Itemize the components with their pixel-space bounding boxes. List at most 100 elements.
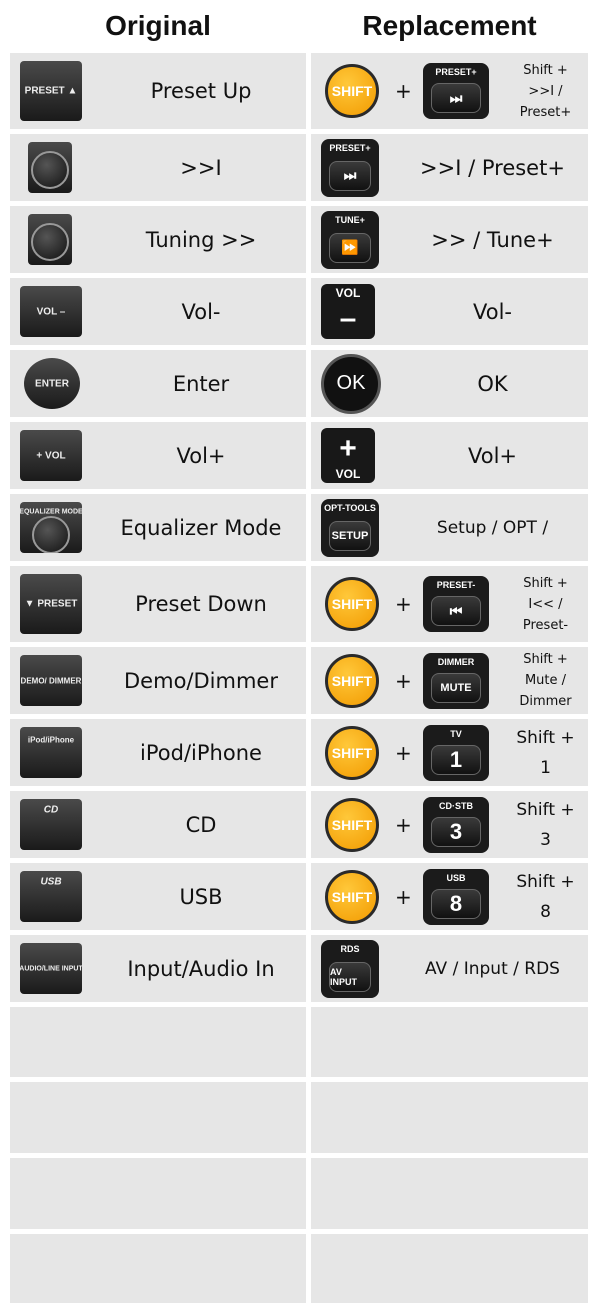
replacement-label: >>I / Preset+ [420, 155, 565, 180]
original-cell: ENTER Enter [10, 350, 306, 417]
original-cell: USB USB [10, 863, 306, 930]
header-replacement: Replacement [362, 10, 537, 41]
tuning-button-image [28, 214, 72, 265]
table-row: PRESET ▲ Preset Up SHIFT + PRESET+ ⏭ Shif… [10, 53, 588, 129]
original-cell: AUDIO/LINE INPUT Input/Audio In [10, 935, 306, 1002]
original-cell [10, 1007, 306, 1077]
table-row: iPod/iPhone iPod/iPhone SHIFT + TV 1 Shif… [10, 719, 588, 786]
table-row: VOL – Vol- VOL – Vol- [10, 278, 588, 345]
original-cell: iPod/iPhone iPod/iPhone [10, 719, 306, 786]
equalizer-mode-button-image: EQUALIZER MODE [20, 502, 82, 553]
plus-sign: + [395, 668, 412, 693]
shift-button-image: SHIFT [325, 797, 379, 852]
original-cell: VOL – Vol- [10, 278, 306, 345]
replacement-cell [311, 1234, 588, 1303]
plus-sign: + [395, 740, 412, 765]
input-button-image: AUDIO/LINE INPUT [20, 943, 82, 994]
replacement-cell [311, 1158, 588, 1229]
shift-button-image: SHIFT [325, 869, 379, 924]
table-row: EQUALIZER MODE Equalizer Mode OPT-TOOLS S… [10, 494, 588, 561]
mapping-table: PRESET ▲ Preset Up SHIFT + PRESET+ ⏭ Shif… [10, 53, 588, 1303]
replacement-cell: VOL – Vol- [311, 278, 588, 345]
original-cell: Tuning >> [10, 206, 306, 273]
table-row: Tuning >> TUNE+ ⏩ >> / Tune+ [10, 206, 588, 273]
av-input-button-image: RDS AV INPUT [321, 939, 379, 998]
replacement-cell: OPT-TOOLS SETUP Setup / OPT / [311, 494, 588, 561]
table-row: AUDIO/LINE INPUT Input/Audio In RDS AV IN… [10, 935, 588, 1002]
replacement-label: Shift + Mute / Dimmer [519, 652, 572, 709]
original-cell [10, 1234, 306, 1303]
replacement-label: Shift + 1 [516, 727, 575, 778]
replacement-cell: SHIFT + USB 8 Shift + 8 [311, 863, 588, 930]
cd-button-image: CD [20, 799, 82, 850]
original-cell: >>I [10, 134, 306, 201]
preset-down-button-image: ▼ PRESET [20, 574, 82, 634]
replacement-cell: PRESET+ ⏭ >>I / Preset+ [311, 134, 588, 201]
replacement-cell: + VOL Vol+ [311, 422, 588, 489]
vol-minus-button-image: VOL – [20, 286, 82, 337]
table-row: >>I PRESET+ ⏭ >>I / Preset+ [10, 134, 588, 201]
enter-button-image: ENTER [24, 358, 80, 409]
ok-button-image: OK [321, 353, 381, 414]
replacement-cell: SHIFT + PRESET- ⏮ Shift + I<< / Preset- [311, 566, 588, 642]
original-cell: DEMO/ DIMMER Demo/Dimmer [10, 647, 306, 714]
replacement-label: Vol- [473, 299, 512, 324]
original-label: Preset Up [150, 79, 252, 103]
replacement-label: Vol+ [467, 443, 517, 468]
replacement-cell: SHIFT + TV 1 Shift + 1 [311, 719, 588, 786]
replacement-label: Shift + 8 [516, 871, 575, 922]
original-label: Vol+ [176, 443, 226, 468]
original-label: iPod/iPhone [140, 740, 262, 765]
vol-plus-button-image: + VOL [20, 430, 82, 481]
tune-plus-button-image: TUNE+ ⏩ [321, 210, 379, 269]
demo-dimmer-button-image: DEMO/ DIMMER [20, 655, 82, 706]
replacement-cell: SHIFT + PRESET+ ⏭ Shift + >>I / Preset+ [311, 53, 588, 129]
original-cell: ▼ PRESET Preset Down [10, 566, 306, 642]
shift-button-image: SHIFT [325, 725, 379, 780]
replacement-label: Shift + I<< / Preset- [522, 575, 569, 633]
replacement-label: >> / Tune+ [431, 227, 554, 252]
original-cell: EQUALIZER MODE Equalizer Mode [10, 494, 306, 561]
replacement-cell [311, 1082, 588, 1153]
number-3-button-image: CD·STB 3 [423, 796, 489, 853]
original-label: Enter [172, 371, 230, 396]
original-cell [10, 1082, 306, 1153]
shift-button-image: SHIFT [325, 653, 379, 708]
setup-button-image: OPT-TOOLS SETUP [321, 498, 379, 557]
preset-plus-button-image: PRESET+ ⏭ [321, 138, 379, 197]
usb-button-image: USB [20, 871, 82, 922]
original-cell: PRESET ▲ Preset Up [10, 53, 306, 129]
empty-row [10, 1082, 588, 1153]
replacement-label: Shift + 3 [516, 799, 575, 850]
table-row: CD CD SHIFT + CD·STB 3 Shift + 3 [10, 791, 588, 858]
original-label: Tuning >> [145, 227, 257, 252]
replacement-cell: SHIFT + DIMMER MUTE Shift + Mute / Dimmer [311, 647, 588, 714]
number-8-button-image: USB 8 [423, 868, 489, 925]
original-label: Preset Down [135, 592, 267, 616]
ipod-button-image: iPod/iPhone [20, 727, 82, 778]
header-original: Original [105, 10, 211, 41]
empty-row [10, 1158, 588, 1229]
empty-row [10, 1234, 588, 1303]
replacement-label: OK [477, 371, 508, 396]
preset-up-button-image: PRESET ▲ [20, 61, 82, 121]
replacement-cell: RDS AV INPUT AV / Input / RDS [311, 935, 588, 1002]
skip-forward-button-image [28, 142, 72, 193]
original-cell [10, 1158, 306, 1229]
table-row: DEMO/ DIMMER Demo/Dimmer SHIFT + DIMMER M… [10, 647, 588, 714]
table-row: ▼ PRESET Preset Down SHIFT + PRESET- ⏮ Sh… [10, 566, 588, 642]
plus-sign: + [395, 812, 412, 837]
original-label: CD [185, 812, 217, 837]
replacement-cell: SHIFT + CD·STB 3 Shift + 3 [311, 791, 588, 858]
replacement-label: AV / Input / RDS [425, 958, 560, 979]
original-label: Input/Audio In [127, 956, 275, 981]
vol-plus-button-image: + VOL [321, 428, 375, 483]
preset-minus-button-image: PRESET- ⏮ [423, 576, 489, 632]
table-row: + VOL Vol+ + VOL Vol+ [10, 422, 588, 489]
original-label: USB [179, 884, 223, 909]
mute-button-image: DIMMER MUTE [423, 652, 489, 709]
replacement-label: Shift + >>I / Preset+ [519, 62, 572, 120]
original-label: Demo/Dimmer [124, 668, 278, 693]
shift-button-image: SHIFT [325, 577, 379, 631]
shift-button-image: SHIFT [325, 64, 379, 118]
